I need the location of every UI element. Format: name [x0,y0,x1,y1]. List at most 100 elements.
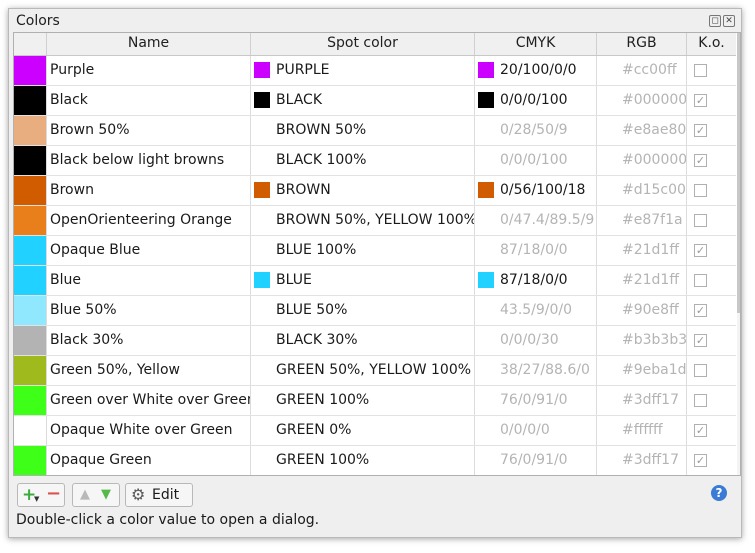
edit-button[interactable]: ⚙ Edit [125,483,193,507]
table-row[interactable]: Blue 50% BLUE 50% 43.5/9/0/0 #90e8ff ✓ [14,296,736,326]
spot-color-cell[interactable]: GREEN 100% [250,446,474,475]
color-swatch[interactable] [14,266,46,295]
knockout-checkbox[interactable]: ✓ [694,454,707,467]
color-swatch[interactable] [14,176,46,205]
colors-table[interactable]: Name Spot color CMYK RGB K.o. Purple PURP… [13,32,741,476]
scrollbar-thumb[interactable] [737,33,740,313]
cmyk-cell[interactable]: 38/27/88.6/0 [474,356,596,385]
table-row[interactable]: Black below light browns BLACK 100% 0/0/0/… [14,146,736,176]
cmyk-cell[interactable]: 0/0/0/0 [474,416,596,445]
color-name-cell[interactable]: Black [46,86,250,115]
spot-color-cell[interactable]: BLACK 30% [250,326,474,355]
table-row[interactable]: Purple PURPLE 20/100/0/0 #cc00ff [14,56,736,86]
header-cmyk[interactable]: CMYK [474,33,596,55]
header-knockout[interactable]: K.o. [686,33,736,55]
rgb-cell[interactable]: #9eba1d [596,356,686,385]
color-name-cell[interactable]: Blue 50% [46,296,250,325]
table-row[interactable]: Black BLACK 0/0/0/100 #000000 ✓ [14,86,736,116]
color-name-cell[interactable]: Black below light browns [46,146,250,175]
rgb-cell[interactable]: #21d1ff [596,236,686,265]
spot-color-cell[interactable]: BROWN [250,176,474,205]
rgb-cell[interactable]: #90e8ff [596,296,686,325]
header-name[interactable]: Name [46,33,250,55]
color-name-cell[interactable]: Purple [46,56,250,85]
spot-color-cell[interactable]: BROWN 50% [250,116,474,145]
spot-color-cell[interactable]: BROWN 50%, YELLOW 100% [250,206,474,235]
spot-color-cell[interactable]: PURPLE [250,56,474,85]
spot-color-cell[interactable]: BLACK 100% [250,146,474,175]
cmyk-cell[interactable]: 0/47.4/89.5/9 [474,206,596,235]
knockout-checkbox[interactable]: ✓ [694,334,707,347]
table-row[interactable]: Green 50%, Yellow GREEN 50%, YELLOW 100% 3… [14,356,736,386]
color-name-cell[interactable]: Green over White over Green [46,386,250,415]
help-icon[interactable]: ? [711,485,727,501]
spot-color-cell[interactable]: BLUE [250,266,474,295]
knockout-checkbox[interactable]: ✓ [694,124,707,137]
rgb-cell[interactable]: #e87f1a [596,206,686,235]
color-name-cell[interactable]: Black 30% [46,326,250,355]
rgb-cell[interactable]: #ffffff [596,416,686,445]
table-row[interactable]: OpenOrienteering Orange BROWN 50%, YELLOW… [14,206,736,236]
cmyk-cell[interactable]: 0/28/50/9 [474,116,596,145]
color-swatch[interactable] [14,116,46,145]
rgb-cell[interactable]: #3dff17 [596,386,686,415]
table-row[interactable]: Opaque Blue BLUE 100% 87/18/0/0 #21d1ff ✓ [14,236,736,266]
color-swatch[interactable] [14,326,46,355]
color-swatch[interactable] [14,356,46,385]
header-rgb[interactable]: RGB [596,33,686,55]
table-row[interactable]: Blue BLUE 87/18/0/0 #21d1ff [14,266,736,296]
color-name-cell[interactable]: Blue [46,266,250,295]
cmyk-cell[interactable]: 0/56/100/18 [474,176,596,205]
rgb-cell[interactable]: #000000 [596,146,686,175]
cmyk-cell[interactable]: 20/100/0/0 [474,56,596,85]
color-swatch[interactable] [14,146,46,175]
chevron-down-icon[interactable]: ▼ [34,495,39,503]
color-swatch[interactable] [14,206,46,235]
arrow-up-icon[interactable]: ▲ [80,487,90,502]
color-swatch[interactable] [14,296,46,325]
rgb-cell[interactable]: #cc00ff [596,56,686,85]
rgb-cell[interactable]: #e8ae80 [596,116,686,145]
knockout-checkbox[interactable]: ✓ [694,304,707,317]
cmyk-cell[interactable]: 76/0/91/0 [474,446,596,475]
table-row[interactable]: Brown 50% BROWN 50% 0/28/50/9 #e8ae80 ✓ [14,116,736,146]
cmyk-cell[interactable]: 76/0/91/0 [474,386,596,415]
cmyk-cell[interactable]: 0/0/0/100 [474,146,596,175]
knockout-checkbox[interactable]: ✓ [694,244,707,257]
color-name-cell[interactable]: Opaque Green [46,446,250,475]
knockout-checkbox[interactable]: ✓ [694,94,707,107]
color-name-cell[interactable]: Opaque Blue [46,236,250,265]
knockout-checkbox[interactable]: ✓ [694,154,707,167]
cmyk-cell[interactable]: 0/0/0/100 [474,86,596,115]
knockout-checkbox[interactable]: ✓ [694,424,707,437]
rgb-cell[interactable]: #d15c00 [596,176,686,205]
knockout-checkbox[interactable] [694,64,707,77]
knockout-checkbox[interactable] [694,274,707,287]
rgb-cell[interactable]: #000000 [596,86,686,115]
color-name-cell[interactable]: Brown 50% [46,116,250,145]
color-swatch[interactable] [14,386,46,415]
knockout-checkbox[interactable] [694,214,707,227]
color-name-cell[interactable]: Green 50%, Yellow [46,356,250,385]
cmyk-cell[interactable]: 87/18/0/0 [474,236,596,265]
table-row[interactable]: Green over White over Green GREEN 100% 76/… [14,386,736,416]
color-name-cell[interactable]: Opaque White over Green [46,416,250,445]
table-row[interactable]: Opaque Green GREEN 100% 76/0/91/0 #3dff17 ✓ [14,446,736,475]
rgb-cell[interactable]: #b3b3b3 [596,326,686,355]
cmyk-cell[interactable]: 87/18/0/0 [474,266,596,295]
cmyk-cell[interactable]: 43.5/9/0/0 [474,296,596,325]
color-name-cell[interactable]: Brown [46,176,250,205]
table-row[interactable]: Opaque White over Green GREEN 0% 0/0/0/0 #f… [14,416,736,446]
rgb-cell[interactable]: #3dff17 [596,446,686,475]
color-swatch[interactable] [14,86,46,115]
color-swatch[interactable] [14,56,46,85]
spot-color-cell[interactable]: GREEN 0% [250,416,474,445]
color-swatch[interactable] [14,446,46,475]
knockout-checkbox[interactable] [694,184,707,197]
vertical-scrollbar[interactable] [737,33,740,475]
spot-color-cell[interactable]: BLUE 50% [250,296,474,325]
color-swatch[interactable] [14,416,46,445]
spot-color-cell[interactable]: BLACK [250,86,474,115]
table-row[interactable]: Black 30% BLACK 30% 0/0/0/30 #b3b3b3 ✓ [14,326,736,356]
rgb-cell[interactable]: #21d1ff [596,266,686,295]
